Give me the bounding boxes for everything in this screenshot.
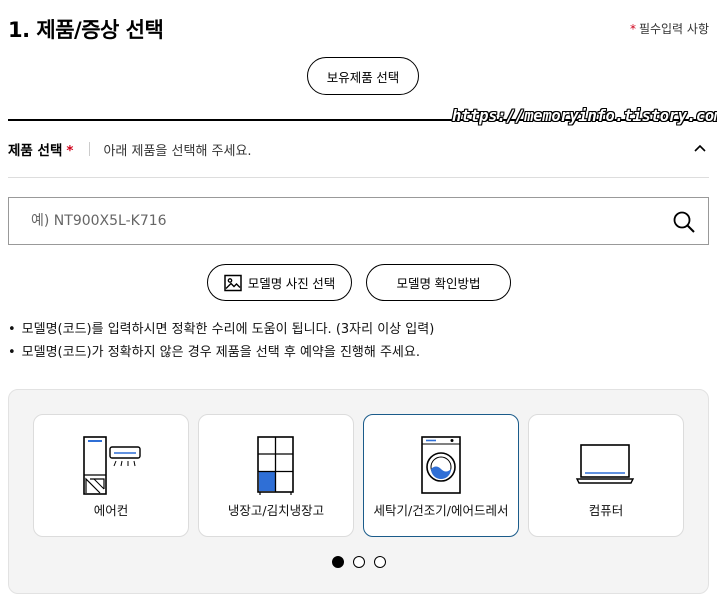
model-search-input[interactable] [9,198,649,244]
washing-machine-icon [421,436,461,494]
category-card-computer[interactable]: 컴퓨터 [528,414,684,537]
category-card-refrigerator[interactable]: 냉장고/김치냉장고 [198,414,354,537]
model-search-box [8,197,709,245]
divider [8,177,709,178]
category-card-washer[interactable]: 세탁기/건조기/에어드레서 [363,414,519,537]
category-label: 세탁기/건조기/에어드레서 [373,503,509,518]
refrigerator-icon [257,436,294,495]
search-icon[interactable] [672,210,696,234]
category-card-air-conditioner[interactable]: 에어컨 [33,414,189,537]
chevron-up-icon[interactable] [693,141,707,155]
image-icon [224,274,242,291]
required-note-text: 필수입력 사항 [638,22,709,36]
required-star: * [66,143,74,159]
model-notes: 모델명(코드)를 입력하시면 정확한 수리에 도움이 됩니다. (3자리 이상 … [8,318,435,364]
required-note: * 필수입력 사항 [630,20,709,37]
model-howto-button[interactable]: 모델명 확인방법 [366,264,511,301]
category-label: 냉장고/김치냉장고 [227,503,325,518]
label-separator [89,142,91,156]
model-photo-label: 모델명 사진 선택 [247,277,336,291]
product-select-header[interactable]: 제품 선택 * 아래 제품을 선택해 주세요. [8,138,709,160]
air-conditioner-icon [83,436,141,495]
page-dot-2[interactable] [353,556,365,568]
laptop-icon [575,444,635,484]
category-label: 에어컨 [93,503,129,518]
carousel-pagination [332,556,386,568]
watermark-text: https://memoryinfo.tistory.com [452,107,717,125]
owned-products-button[interactable]: 보유제품 선택 [307,57,419,95]
category-label: 컴퓨터 [588,503,624,518]
page-title: 1. 제품/증상 선택 [8,18,164,42]
product-select-label: 제품 선택 * [8,143,74,159]
note-item: 모델명(코드)가 정확하지 않은 경우 제품을 선택 후 예약을 진행해 주세요… [8,341,434,364]
page-dot-3[interactable] [374,556,386,568]
model-photo-button[interactable]: 모델명 사진 선택 [207,264,352,301]
page-dot-1[interactable] [332,556,344,568]
required-star: * [629,22,636,36]
product-select-help: 아래 제품을 선택해 주세요. [103,143,252,159]
note-item: 모델명(코드)를 입력하시면 정확한 수리에 도움이 됩니다. (3자리 이상 … [8,318,435,341]
